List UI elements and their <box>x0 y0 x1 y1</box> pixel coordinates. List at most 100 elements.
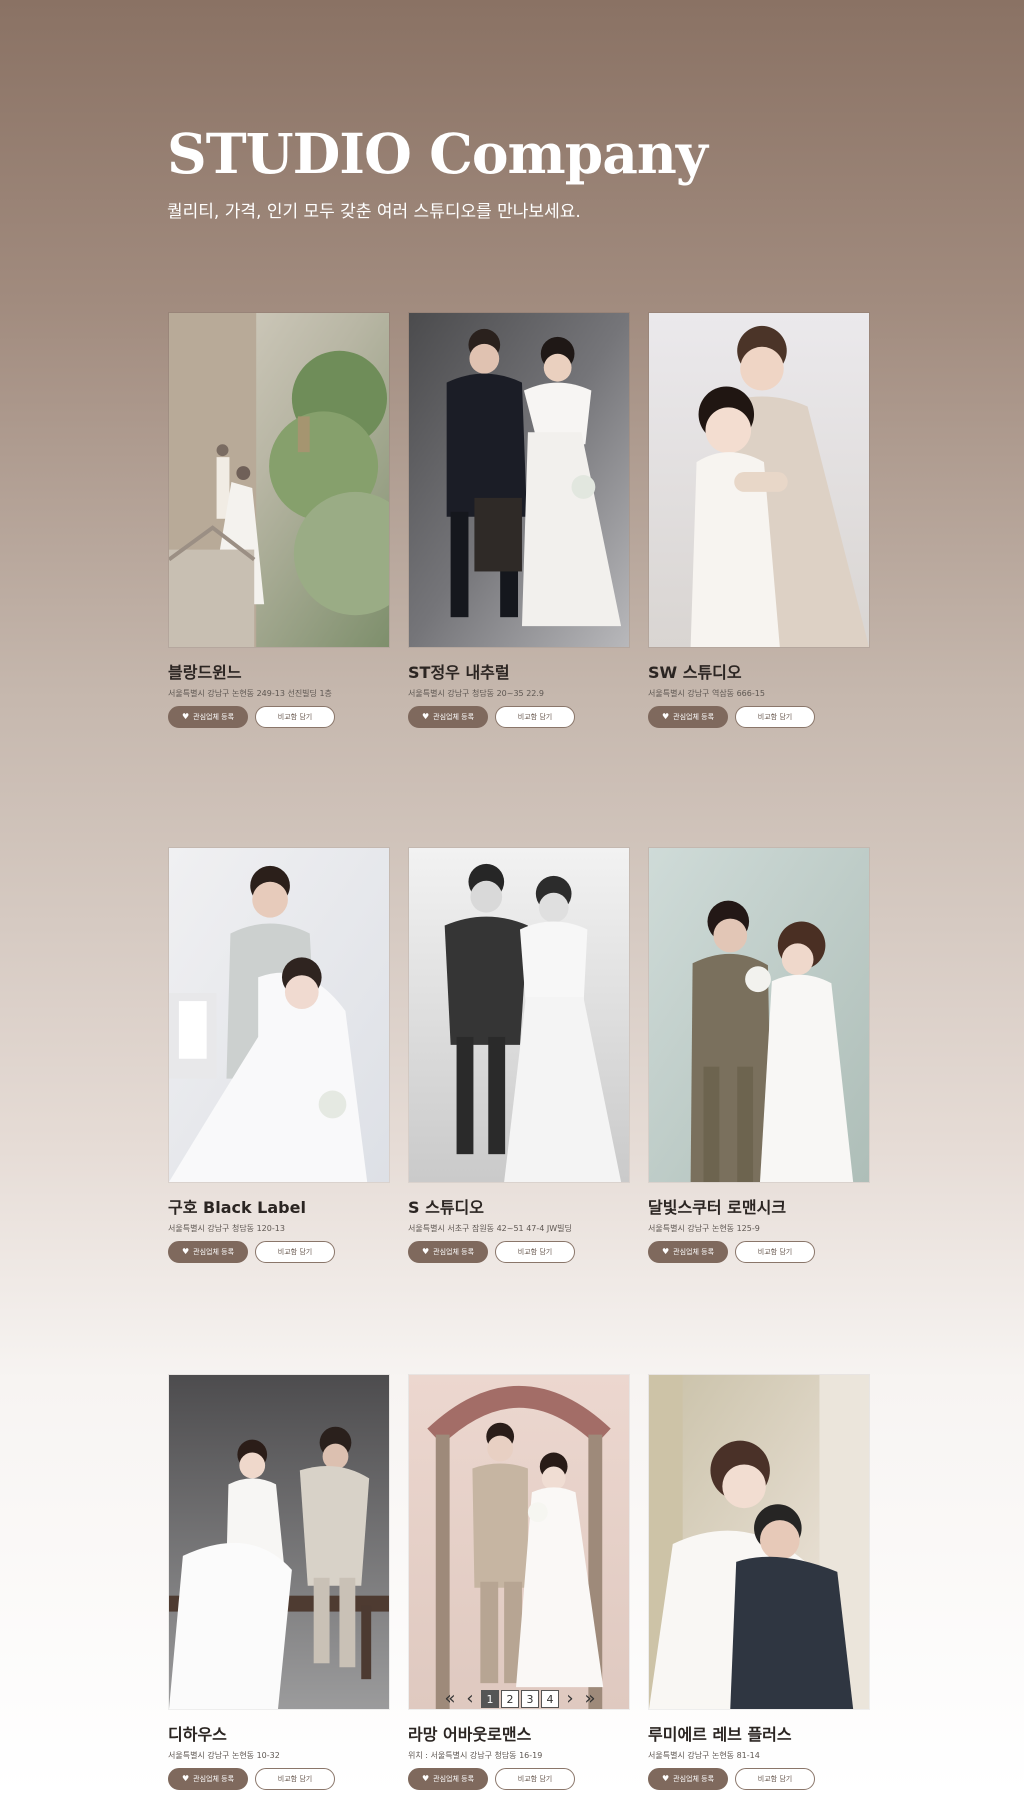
studio-name: 루미에르 레브 플러스 <box>648 1725 792 1744</box>
studio-photo[interactable] <box>408 847 630 1183</box>
compare-button[interactable]: 비교함 담기 <box>495 1768 575 1790</box>
studio-name: SW 스튜디오 <box>648 663 742 682</box>
favorite-button[interactable]: ♥ 관심업체 등록 <box>168 1768 248 1790</box>
studio-photo[interactable] <box>648 1374 870 1710</box>
card-actions: ♥ 관심업체 등록 비교함 담기 <box>168 1241 390 1263</box>
studio-name: S 스튜디오 <box>408 1198 484 1217</box>
favorite-button-label: 관심업체 등록 <box>673 1775 715 1783</box>
card-actions: ♥ 관심업체 등록 비교함 담기 <box>648 706 870 728</box>
studio-name: 구호 Black Label <box>168 1198 306 1217</box>
favorite-button[interactable]: ♥ 관심업체 등록 <box>648 706 728 728</box>
heart-icon: ♥ <box>421 1774 430 1783</box>
studio-card: 디하우스 서울특별시 강남구 논현동 10-32 ♥ 관심업체 등록 비교함 담… <box>168 1374 390 1790</box>
last-page-icon[interactable]: » <box>581 1690 599 1708</box>
studio-address: 서울특별시 강남구 논현동 249-13 선진빌딩 1층 <box>168 689 332 698</box>
card-actions: ♥ 관심업체 등록 비교함 담기 <box>168 1768 390 1790</box>
studio-company-page: STUDIO Company 퀄리티, 가격, 인기 모두 갖춘 여러 스튜디오… <box>0 0 1024 1794</box>
studio-photo[interactable] <box>648 312 870 648</box>
compare-button[interactable]: 비교함 담기 <box>735 1241 815 1263</box>
studio-name: 디하우스 <box>168 1725 227 1744</box>
compare-button[interactable]: 비교함 담기 <box>255 1768 335 1790</box>
compare-button[interactable]: 비교함 담기 <box>255 1241 335 1263</box>
studio-address: 서울특별시 강남구 논현동 81-14 <box>648 1751 760 1760</box>
studio-photo[interactable] <box>408 1374 630 1710</box>
page-number-2[interactable]: 2 <box>501 1690 519 1708</box>
studio-address: 서울특별시 강남구 논현동 125-9 <box>648 1224 760 1233</box>
favorite-button[interactable]: ♥ 관심업체 등록 <box>648 1768 728 1790</box>
studio-grid: 블랑드윈느 서울특별시 강남구 논현동 249-13 선진빌딩 1층 ♥ 관심업… <box>168 312 870 1790</box>
heart-icon: ♥ <box>421 1247 430 1256</box>
pagination: « ‹ 1 2 3 4 › » <box>441 1690 599 1708</box>
favorite-button-label: 관심업체 등록 <box>193 1775 235 1783</box>
favorite-button[interactable]: ♥ 관심업체 등록 <box>168 1241 248 1263</box>
page-title: STUDIO Company <box>167 121 708 186</box>
card-actions: ♥ 관심업체 등록 비교함 담기 <box>648 1768 870 1790</box>
favorite-button-label: 관심업체 등록 <box>673 713 715 721</box>
studio-photo[interactable] <box>408 312 630 648</box>
compare-button-label: 비교함 담기 <box>517 1248 553 1256</box>
studio-name: 달빛스쿠터 로맨시크 <box>648 1198 787 1217</box>
favorite-button[interactable]: ♥ 관심업체 등록 <box>408 1768 488 1790</box>
favorite-button[interactable]: ♥ 관심업체 등록 <box>408 706 488 728</box>
studio-address: 서울특별시 강남구 논현동 10-32 <box>168 1751 280 1760</box>
studio-photo[interactable] <box>648 847 870 1183</box>
compare-button-label: 비교함 담기 <box>757 1248 793 1256</box>
studio-address: 서울특별시 강남구 청담동 20~35 22.9 <box>408 689 545 698</box>
studio-address: 서울특별시 서초구 잠원동 42~51 47-4 JW빌딩 <box>408 1224 572 1233</box>
compare-button[interactable]: 비교함 담기 <box>735 1768 815 1790</box>
favorite-button-label: 관심업체 등록 <box>193 1248 235 1256</box>
studio-photo[interactable] <box>168 312 390 648</box>
page-number-4[interactable]: 4 <box>541 1690 559 1708</box>
compare-button-label: 비교함 담기 <box>757 1775 793 1783</box>
compare-button[interactable]: 비교함 담기 <box>255 706 335 728</box>
compare-button[interactable]: 비교함 담기 <box>495 706 575 728</box>
card-actions: ♥ 관심업체 등록 비교함 담기 <box>408 1241 630 1263</box>
next-page-icon[interactable]: › <box>561 1690 579 1708</box>
compare-button-label: 비교함 담기 <box>277 1248 313 1256</box>
card-actions: ♥ 관심업체 등록 비교함 담기 <box>408 706 630 728</box>
previous-page-icon[interactable]: ‹ <box>461 1690 479 1708</box>
page-number-1[interactable]: 1 <box>481 1690 499 1708</box>
heart-icon: ♥ <box>421 712 430 721</box>
heart-icon: ♥ <box>661 1247 670 1256</box>
favorite-button-label: 관심업체 등록 <box>433 1775 475 1783</box>
card-actions: ♥ 관심업체 등록 비교함 담기 <box>408 1768 630 1790</box>
studio-photo[interactable] <box>168 847 390 1183</box>
heart-icon: ♥ <box>181 1774 190 1783</box>
card-actions: ♥ 관심업체 등록 비교함 담기 <box>168 706 390 728</box>
studio-card: 루미에르 레브 플러스 서울특별시 강남구 논현동 81-14 ♥ 관심업체 등… <box>648 1374 870 1790</box>
compare-button-label: 비교함 담기 <box>277 1775 313 1783</box>
studio-address: 위치 : 서울특별시 강남구 청담동 16-19 <box>408 1751 543 1760</box>
favorite-button-label: 관심업체 등록 <box>673 1248 715 1256</box>
studio-card: ST정우 내추럴 서울특별시 강남구 청담동 20~35 22.9 ♥ 관심업체… <box>408 312 630 728</box>
compare-button-label: 비교함 담기 <box>517 1775 553 1783</box>
favorite-button-label: 관심업체 등록 <box>193 713 235 721</box>
compare-button[interactable]: 비교함 담기 <box>735 706 815 728</box>
favorite-button[interactable]: ♥ 관심업체 등록 <box>168 706 248 728</box>
favorite-button[interactable]: ♥ 관심업체 등록 <box>408 1241 488 1263</box>
heart-icon: ♥ <box>181 1247 190 1256</box>
compare-button[interactable]: 비교함 담기 <box>495 1241 575 1263</box>
page-number-3[interactable]: 3 <box>521 1690 539 1708</box>
compare-button-label: 비교함 담기 <box>277 713 313 721</box>
heart-icon: ♥ <box>181 712 190 721</box>
compare-button-label: 비교함 담기 <box>757 713 793 721</box>
studio-address: 서울특별시 강남구 역삼동 666-15 <box>648 689 765 698</box>
studio-card: SW 스튜디오 서울특별시 강남구 역삼동 666-15 ♥ 관심업체 등록 비… <box>648 312 870 728</box>
hero-section: STUDIO Company 퀄리티, 가격, 인기 모두 갖춘 여러 스튜디오… <box>167 121 708 222</box>
studio-card: S 스튜디오 서울특별시 서초구 잠원동 42~51 47-4 JW빌딩 ♥ 관… <box>408 847 630 1263</box>
studio-name: 라망 어바웃로맨스 <box>408 1725 532 1744</box>
studio-card: 라망 어바웃로맨스 위치 : 서울특별시 강남구 청담동 16-19 ♥ 관심업… <box>408 1374 630 1790</box>
studio-name: ST정우 내추럴 <box>408 663 510 682</box>
studio-card: 달빛스쿠터 로맨시크 서울특별시 강남구 논현동 125-9 ♥ 관심업체 등록… <box>648 847 870 1263</box>
studio-name: 블랑드윈느 <box>168 663 242 682</box>
compare-button-label: 비교함 담기 <box>517 713 553 721</box>
studio-card: 구호 Black Label 서울특별시 강남구 청담동 120-13 ♥ 관심… <box>168 847 390 1263</box>
studio-photo[interactable] <box>168 1374 390 1710</box>
heart-icon: ♥ <box>661 712 670 721</box>
first-page-icon[interactable]: « <box>441 1690 459 1708</box>
card-actions: ♥ 관심업체 등록 비교함 담기 <box>648 1241 870 1263</box>
favorite-button-label: 관심업체 등록 <box>433 713 475 721</box>
favorite-button[interactable]: ♥ 관심업체 등록 <box>648 1241 728 1263</box>
studio-address: 서울특별시 강남구 청담동 120-13 <box>168 1224 285 1233</box>
